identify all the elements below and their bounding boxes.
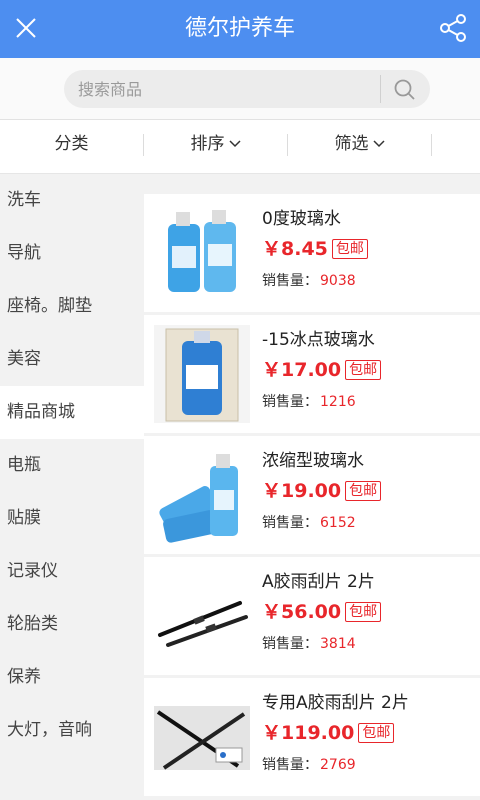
page-title: 德尔护养车 xyxy=(184,16,295,41)
product-sales: 销售量： 6152 xyxy=(262,512,356,532)
filter-screen-label: 筛选 xyxy=(334,134,369,154)
price-value: ￥8.45 xyxy=(262,238,328,260)
sidebar-item-beauty[interactable]: 美容 xyxy=(0,333,144,386)
sidebar-item-boutique[interactable]: 精品商城 xyxy=(0,386,144,439)
product-image xyxy=(154,325,250,423)
sales-count: 2769 xyxy=(320,757,356,773)
sales-count: 6152 xyxy=(320,515,356,531)
product-card[interactable]: A胶雨刮片 2片 ￥56.00 包邮 销售量： 3814 xyxy=(144,557,480,675)
search-icon[interactable] xyxy=(392,77,418,103)
product-sales: 销售量： 1216 xyxy=(262,391,356,411)
product-sales: 销售量： 9038 xyxy=(262,270,356,290)
product-image xyxy=(154,204,250,302)
product-price: ￥17.00 包邮 xyxy=(262,355,382,382)
sales-count: 9038 xyxy=(320,273,356,289)
filter-category[interactable]: 分类 xyxy=(0,120,143,174)
sales-count: 1216 xyxy=(320,394,356,410)
product-image xyxy=(154,567,250,665)
free-shipping-badge: 包邮 xyxy=(345,481,382,501)
sidebar-item-dashcam[interactable]: 记录仪 xyxy=(0,545,144,598)
product-image xyxy=(154,446,250,544)
product-price: ￥119.00 包邮 xyxy=(262,718,395,745)
product-name: A胶雨刮片 2片 xyxy=(262,572,375,592)
sidebar-item-battery[interactable]: 电瓶 xyxy=(0,439,144,492)
filter-divider xyxy=(431,134,432,156)
free-shipping-badge: 包邮 xyxy=(331,239,368,259)
price-value: ￥56.00 xyxy=(262,601,342,623)
sidebar-item-seats-mats[interactable]: 座椅。脚垫 xyxy=(0,280,144,333)
sales-label: 销售量： xyxy=(262,515,318,531)
product-card[interactable]: 0度玻璃水 ￥8.45 包邮 销售量： 9038 xyxy=(144,194,480,312)
product-price: ￥8.45 包邮 xyxy=(262,234,368,261)
sidebar-item-film[interactable]: 贴膜 xyxy=(0,492,144,545)
sales-label: 销售量： xyxy=(262,273,318,289)
product-sales: 销售量： 2769 xyxy=(262,754,356,774)
filter-bar: 分类 排序 筛选 xyxy=(0,120,480,174)
filter-sort[interactable]: 排序 xyxy=(144,120,287,174)
product-sales: 销售量： 3814 xyxy=(262,633,356,653)
price-value: ￥119.00 xyxy=(262,722,355,744)
product-card[interactable]: 专用A胶雨刮片 2片 ￥119.00 包邮 销售量： 2769 xyxy=(144,678,480,796)
free-shipping-badge: 包邮 xyxy=(345,602,382,622)
product-list: 0度玻璃水 ￥8.45 包邮 销售量： 9038 -15冰点玻璃水 ￥17.00 包邮… xyxy=(144,174,480,800)
product-card[interactable]: -15冰点玻璃水 ￥17.00 包邮 销售量： 1216 xyxy=(144,315,480,433)
filter-category-label: 分类 xyxy=(54,134,89,154)
price-value: ￥19.00 xyxy=(262,480,342,502)
price-value: ￥17.00 xyxy=(262,359,342,381)
product-price: ￥56.00 包邮 xyxy=(262,597,382,624)
search-input[interactable] xyxy=(78,70,368,108)
free-shipping-badge: 包邮 xyxy=(345,360,382,380)
sales-count: 3814 xyxy=(320,636,356,652)
product-name: 专用A胶雨刮片 2片 xyxy=(262,693,409,713)
product-card[interactable]: 浓缩型玻璃水 ￥19.00 包邮 销售量： 6152 xyxy=(144,436,480,554)
filter-sort-label: 排序 xyxy=(190,134,225,154)
chevron-down-icon xyxy=(228,140,241,148)
product-name: -15冰点玻璃水 xyxy=(262,330,375,350)
chevron-down-icon xyxy=(372,140,385,148)
filter-screen[interactable]: 筛选 xyxy=(288,120,431,174)
share-icon[interactable] xyxy=(438,13,468,43)
sidebar-item-navigation[interactable]: 导航 xyxy=(0,227,144,280)
product-price: ￥19.00 包邮 xyxy=(262,476,382,503)
product-name: 浓缩型玻璃水 xyxy=(262,451,364,471)
product-image xyxy=(154,688,250,786)
app-header: 德尔护养车 xyxy=(0,0,480,58)
sidebar-item-tires[interactable]: 轮胎类 xyxy=(0,598,144,651)
sales-label: 销售量： xyxy=(262,757,318,773)
sales-label: 销售量： xyxy=(262,636,318,652)
sidebar-item-car-wash[interactable]: 洗车 xyxy=(0,174,144,227)
search-divider xyxy=(380,75,381,103)
free-shipping-badge: 包邮 xyxy=(358,723,395,743)
category-sidebar: 洗车 导航 座椅。脚垫 美容 精品商城 电瓶 贴膜 记录仪 轮胎类 保养 大灯，… xyxy=(0,174,144,800)
search-box xyxy=(64,70,430,108)
sales-label: 销售量： xyxy=(262,394,318,410)
sidebar-item-maintenance[interactable]: 保养 xyxy=(0,651,144,704)
sidebar-item-lights-audio[interactable]: 大灯，音响 xyxy=(0,704,144,757)
search-bar xyxy=(0,58,480,120)
product-name: 0度玻璃水 xyxy=(262,209,341,229)
